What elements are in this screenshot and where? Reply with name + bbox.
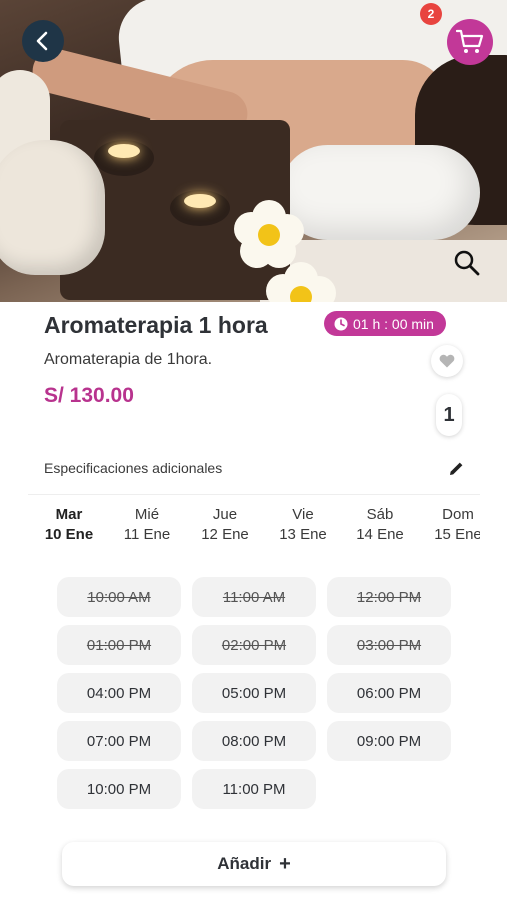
hero-candle [170,190,230,226]
time-slot[interactable]: 04:00 PM [57,673,181,713]
time-slot-unavailable: 01:00 PM [57,625,181,665]
time-slot[interactable]: 09:00 PM [327,721,451,761]
date-tab[interactable]: Sáb 14 Ene [341,505,419,545]
duration-text: 01 h : 00 min [353,315,434,332]
product-price: S/ 130.00 [44,384,134,407]
zoom-button[interactable] [452,248,482,278]
product-description: Aromaterapia de 1hora. [44,351,213,368]
add-button-label: Añadir [217,854,272,873]
hero-herbal-pouch [0,140,105,275]
date-tab-date: 14 Ene [356,526,404,543]
date-tab-day: Vie [292,506,314,523]
date-tab[interactable]: Dom 15 Ene [419,505,480,545]
hero-flower [266,262,336,302]
date-tab-date: 13 Ene [279,526,327,543]
cart-button[interactable] [447,19,493,65]
favorite-button[interactable] [431,345,463,377]
hero-flower [234,200,304,270]
duration-badge: 01 h : 00 min [324,311,446,336]
time-slot[interactable]: 10:00 PM [57,769,181,809]
time-slot-unavailable: 12:00 PM [327,577,451,617]
cart-count-badge: 2 [420,3,442,25]
time-slot-unavailable: 02:00 PM [192,625,316,665]
date-tab-day: Mar [55,506,83,523]
date-tab[interactable]: Vie 13 Ene [264,505,342,545]
search-icon [454,250,480,276]
date-tab-date: 12 Ene [201,526,249,543]
date-tab-date: 11 Ene [123,526,171,543]
time-slot[interactable]: 05:00 PM [192,673,316,713]
date-tab-date: 15 Ene [434,526,480,543]
product-hero-image [0,0,507,302]
divider [28,494,480,495]
cart-icon [456,29,484,53]
date-tab[interactable]: Jue 12 Ene [186,505,264,545]
product-title: Aromaterapia 1 hora [44,312,268,338]
date-tab[interactable]: Mar 10 Ene [30,505,108,545]
date-tab-day: Dom [442,506,474,523]
time-slot-unavailable: 11:00 AM [192,577,316,617]
date-tab-date: 10 Ene [44,526,94,543]
time-slot[interactable]: 11:00 PM [192,769,316,809]
back-button[interactable] [22,20,64,62]
heart-icon [439,354,455,368]
hero-towel [280,145,480,240]
time-slot-unavailable: 03:00 PM [327,625,451,665]
time-slot[interactable]: 06:00 PM [327,673,451,713]
quantity-stepper[interactable]: 1 [436,394,462,436]
date-tab-day: Sáb [366,506,394,523]
date-tab[interactable]: Mié 11 Ene [108,505,186,545]
date-tab-day: Mié [134,506,160,523]
clock-icon [334,317,348,330]
plus-icon: + [279,852,291,875]
time-slot[interactable]: 07:00 PM [57,721,181,761]
date-tab-day: Jue [212,506,238,523]
date-selector: Mar 10 Ene Mié 11 Ene Jue 12 Ene Vie 13 … [30,505,480,550]
time-slot[interactable]: 08:00 PM [192,721,316,761]
additional-specs-label: Especificaciones adicionales [44,460,223,476]
time-slot-unavailable: 10:00 AM [57,577,181,617]
edit-specs-button[interactable] [446,458,466,478]
hero-candle [94,140,154,176]
pencil-icon [449,462,462,475]
add-to-cart-button[interactable]: Añadir + [62,842,446,886]
chevron-left-icon [36,31,48,51]
